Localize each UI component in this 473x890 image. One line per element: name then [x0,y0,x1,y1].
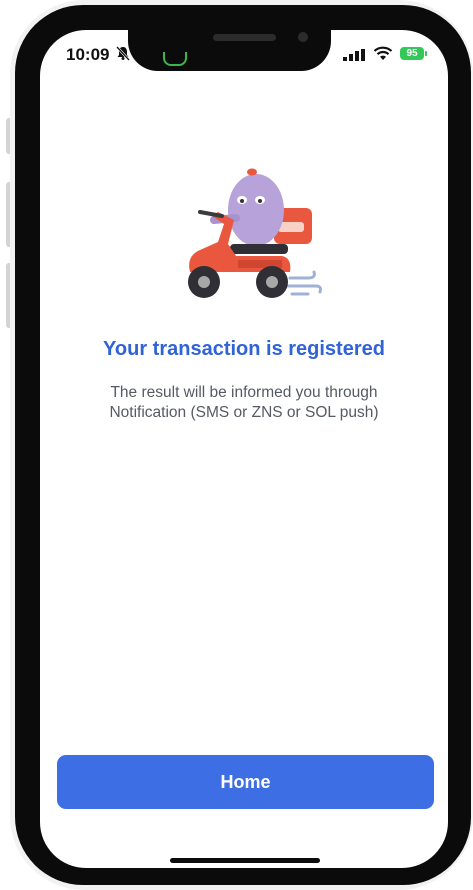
camera [298,32,308,42]
delivery-scooter-illustration [178,160,328,315]
app-indicator-icon [163,52,187,66]
battery-icon: 95 [400,47,424,60]
description-line-1: The result will be informed you through [110,384,378,401]
silent-bell-icon [115,45,131,66]
signal-icon [343,48,367,66]
speaker [213,34,276,41]
description-line-2: Notification (SMS or ZNS or SOL push) [109,404,379,421]
screen [40,30,448,868]
home-button[interactable]: Home [57,755,434,809]
page-title: Your transaction is registered [103,338,385,360]
home-indicator[interactable] [170,858,320,863]
status-time: 10:09 [66,45,110,64]
battery-tip [425,51,427,56]
wifi-icon [373,46,393,66]
result-description: The result will be informed you through … [60,383,428,423]
